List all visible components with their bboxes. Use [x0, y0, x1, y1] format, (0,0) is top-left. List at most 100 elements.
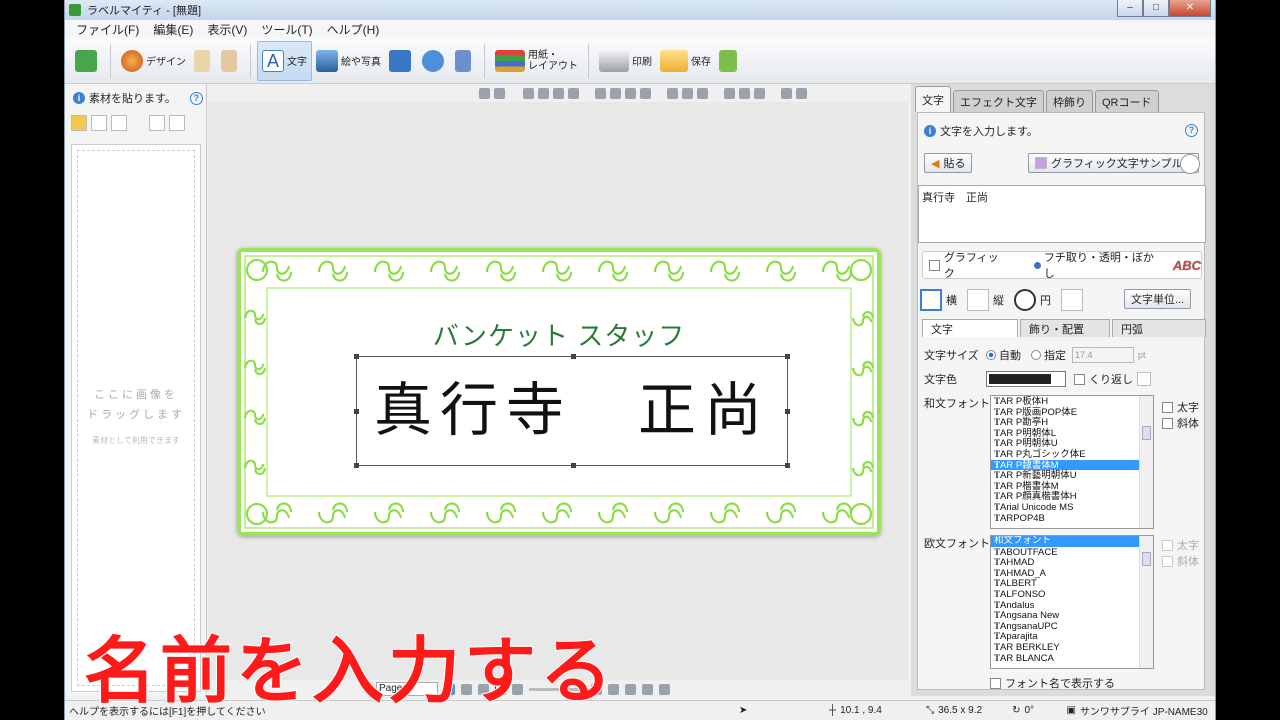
style-icon[interactable]	[682, 87, 693, 99]
link-icon[interactable]	[625, 87, 636, 99]
jp-list-item[interactable]: TAR P板体H	[991, 396, 1153, 407]
undo-icon[interactable]	[479, 87, 490, 99]
resize-handle[interactable]	[354, 354, 359, 359]
en-list-item[interactable]: TAparajita	[991, 631, 1153, 642]
text-button[interactable]: A 文字	[257, 40, 312, 81]
clip-button[interactable]	[451, 41, 478, 81]
en-list-item[interactable]: TAHMAD	[991, 557, 1153, 568]
repeat-checkbox[interactable]	[1074, 373, 1085, 385]
edit-icon[interactable]	[739, 87, 750, 99]
subtab-decoration[interactable]: 飾り・配置	[1020, 319, 1110, 337]
arc-text-icon[interactable]	[1061, 289, 1083, 311]
trash-icon[interactable]	[568, 87, 579, 99]
color-dropdown[interactable]	[986, 371, 1066, 387]
grid-icon[interactable]	[724, 87, 735, 99]
size-value-field[interactable]: 17.4	[1072, 347, 1134, 363]
graphic-sample-button[interactable]: グラフィック文字サンプル...	[1028, 153, 1199, 173]
crop-icon[interactable]	[754, 87, 765, 99]
en-bold-checkbox[interactable]	[1162, 539, 1173, 551]
record-icon[interactable]	[796, 87, 807, 99]
prev-icon[interactable]	[149, 115, 165, 131]
image-button[interactable]: 絵や写真	[312, 41, 385, 81]
jp-list-item[interactable]: TAR P顔真楷書体H	[991, 491, 1153, 502]
resize-handle[interactable]	[354, 463, 359, 468]
image-list-icon[interactable]	[111, 115, 127, 131]
unlink-icon[interactable]	[640, 87, 651, 99]
help-icon[interactable]: ?	[1185, 124, 1198, 137]
char-unit-button[interactable]: 文字単位...	[1124, 289, 1192, 309]
name-textbox[interactable]: 真行寺 正尚	[354, 354, 790, 468]
menu-file[interactable]: ファイル(F)	[69, 21, 146, 38]
jp-list-item[interactable]: TAR P明朝体U	[991, 438, 1153, 449]
zoom-icon[interactable]	[595, 87, 606, 99]
paste-icon[interactable]	[553, 87, 564, 99]
menu-tools[interactable]: ツール(T)	[254, 21, 319, 38]
scrollbar[interactable]	[1139, 536, 1153, 668]
subtab-arc[interactable]: 円弧	[1112, 319, 1206, 337]
menu-edit[interactable]: 編集(E)	[146, 21, 200, 38]
close-button[interactable]: ✕	[1169, 0, 1211, 17]
brush-icon[interactable]	[697, 87, 708, 99]
graphic-checkbox[interactable]	[929, 259, 940, 271]
eraser-tool-button[interactable]	[71, 41, 104, 81]
menu-help[interactable]: ヘルプ(H)	[320, 21, 387, 38]
font-icon[interactable]	[667, 87, 678, 99]
pen-tool-button[interactable]	[190, 41, 217, 81]
jp-list-item[interactable]: TAR P勘亭H	[991, 417, 1153, 428]
jp-list-item[interactable]: TAR P新藝明朝体U	[991, 470, 1153, 481]
en-italic-checkbox[interactable]	[1162, 555, 1173, 567]
en-font-list[interactable]: 和文フォント TABOUTFACE TAHMAD TAHMAD_A TALBERT TAL…	[990, 535, 1154, 669]
camera-button[interactable]	[385, 41, 418, 81]
jp-list-item[interactable]: TAR P明朝体L	[991, 428, 1153, 439]
en-list-item[interactable]: TAR BLANCA	[991, 653, 1153, 664]
vertical-icon[interactable]	[967, 289, 989, 311]
text-input[interactable]: 真行寺 正尚	[918, 185, 1206, 243]
en-list-item[interactable]: TALFONSO	[991, 589, 1153, 600]
pin-icon[interactable]	[610, 87, 621, 99]
abc-effect-preview[interactable]: ABC	[1173, 257, 1202, 273]
jp-list-item[interactable]: TAR P隷書体M	[991, 459, 1153, 470]
view-mode-icon[interactable]	[642, 683, 653, 695]
jp-list-item[interactable]: TAR P版画POP体E	[991, 407, 1153, 418]
jp-list-item[interactable]: TARPOP4B	[991, 513, 1153, 524]
circle-icon[interactable]	[1014, 289, 1036, 311]
jp-list-item[interactable]: TAR P丸ゴシック体E	[991, 449, 1153, 460]
size-auto-radio[interactable]	[986, 350, 996, 360]
tab-qrcode[interactable]: QRコード	[1095, 90, 1159, 112]
paste-text-button[interactable]: ◀ 貼る	[924, 153, 973, 173]
jp-list-item[interactable]: TArial Unicode MS	[991, 502, 1153, 513]
frame-tool-button[interactable]	[217, 41, 244, 81]
show-font-name-checkbox[interactable]	[990, 677, 1001, 689]
next-icon[interactable]	[169, 115, 185, 131]
en-list-item[interactable]: TAR BERKLEY	[991, 642, 1153, 653]
tab-frame[interactable]: 枠飾り	[1046, 90, 1093, 112]
scrollbar[interactable]	[1139, 396, 1153, 528]
en-list-item[interactable]: TAngsanaUPC	[991, 621, 1153, 632]
delete-icon[interactable]	[91, 115, 107, 131]
edge-label[interactable]: フチ取り・透明・ぼかし	[1044, 249, 1163, 281]
jp-list-item[interactable]: TAR P楷書体M	[991, 481, 1153, 492]
view-mode-icon[interactable]	[625, 683, 636, 695]
minimize-button[interactable]: –	[1117, 0, 1143, 17]
redo-icon[interactable]	[494, 87, 505, 99]
label-subtitle[interactable]: バンケット スタッフ	[237, 316, 881, 353]
label-preview[interactable]: バンケット スタッフ 真行寺 正尚	[237, 248, 881, 536]
help-icon[interactable]: ?	[189, 91, 203, 105]
design-button[interactable]: デザイン	[117, 41, 190, 81]
en-list-item[interactable]: 和文フォント	[991, 536, 1153, 547]
tab-effect-text[interactable]: エフェクト文字	[953, 90, 1044, 112]
view-mode-icon[interactable]	[659, 683, 670, 695]
en-list-item[interactable]: TABOUTFACE	[991, 547, 1153, 558]
menu-view[interactable]: 表示(V)	[200, 21, 254, 38]
subtab-text[interactable]: 文字	[922, 319, 1018, 337]
maximize-button[interactable]: □	[1143, 0, 1169, 17]
resize-handle[interactable]	[571, 463, 576, 468]
image-drop-area[interactable]: ここに画像を ドラッグします 素材として利用できます	[71, 144, 201, 692]
copy-icon[interactable]	[538, 87, 549, 99]
jp-font-list[interactable]: TAR P板体H TAR P版画POP体E TAR P勘亭H TAR P明朝体L TAR…	[990, 395, 1154, 529]
cut-icon[interactable]	[523, 87, 534, 99]
en-list-item[interactable]: TAngsana New	[991, 610, 1153, 621]
resize-handle[interactable]	[785, 463, 790, 468]
paper-layout-button[interactable]: 用紙・ レイアウト	[491, 41, 582, 81]
italic-checkbox[interactable]	[1162, 417, 1173, 429]
